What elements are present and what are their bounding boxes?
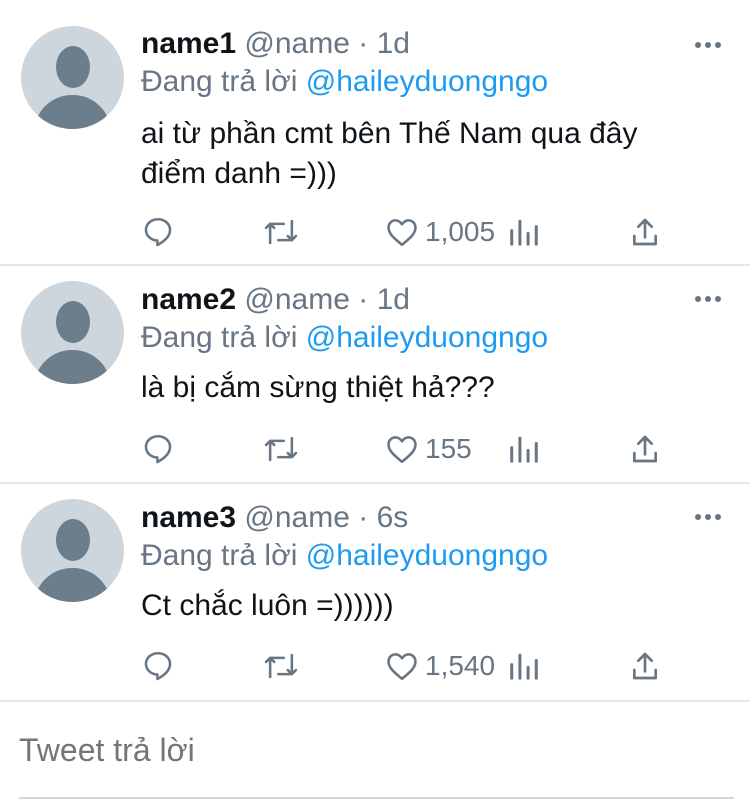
analytics-button[interactable]	[509, 646, 539, 686]
reply-to-prefix: Đang trả lời	[141, 65, 298, 98]
like-button[interactable]: 1,540	[385, 646, 495, 686]
like-button[interactable]: 155	[385, 429, 472, 469]
avatar[interactable]	[21, 281, 124, 384]
author-name[interactable]: name1	[141, 27, 236, 60]
tweet-text: Ct chắc luôn =))))))	[141, 586, 721, 626]
reply-composer	[0, 702, 750, 805]
author-handle-time: @name · 1d	[244, 283, 410, 316]
reply-to-prefix: Đang trả lời	[141, 539, 298, 572]
tweet-text-line: là bị cắm sừng thiệt hả???	[141, 371, 495, 404]
tweet-header: name2 @name · 1d	[141, 283, 410, 317]
more-icon[interactable]	[695, 514, 721, 522]
share-button[interactable]	[630, 212, 660, 252]
author-name[interactable]: name2	[141, 283, 236, 316]
author-handle-time: @name · 1d	[244, 27, 410, 60]
reply-to-line: Đang trả lời @haileyduongngo	[141, 539, 548, 573]
reply-button[interactable]	[141, 646, 175, 686]
analytics-icon	[510, 653, 538, 680]
reply-icon	[144, 217, 172, 247]
tweet-2[interactable]: name2 @name · 1d Đang trả lời @haileyduo…	[0, 266, 750, 482]
author-handle-time: @name · 6s	[244, 501, 409, 534]
heart-icon	[387, 653, 417, 681]
reply-to-line: Đang trả lời @haileyduongngo	[141, 65, 548, 99]
analytics-icon	[510, 219, 538, 246]
share-icon	[633, 435, 658, 463]
reply-input-underline	[19, 797, 734, 799]
more-icon[interactable]	[695, 42, 721, 50]
like-count: 1,540	[425, 650, 496, 681]
tweet-text-line: Ct chắc luôn =))))))	[141, 589, 394, 622]
reply-to-handle[interactable]: @haileyduongngo	[306, 65, 548, 98]
analytics-icon	[510, 436, 538, 463]
like-count: 155	[425, 433, 472, 464]
reply-to-handle[interactable]: @haileyduongngo	[306, 539, 548, 572]
reply-to-prefix: Đang trả lời	[141, 321, 298, 354]
share-button[interactable]	[630, 429, 660, 469]
reply-input[interactable]	[19, 728, 719, 772]
tweet-actions: 155	[0, 429, 750, 469]
tweet-header: name1 @name · 1d	[141, 27, 410, 61]
tweet-text-line: điểm danh =)))	[141, 157, 337, 190]
more-icon[interactable]	[695, 296, 721, 304]
share-icon	[633, 218, 658, 246]
tweet-3[interactable]: name3 @name · 6s Đang trả lời @haileyduo…	[0, 484, 750, 700]
tweet-header: name3 @name · 6s	[141, 501, 408, 535]
like-button[interactable]: 1,005	[385, 212, 495, 252]
retweet-icon	[264, 219, 298, 245]
tweet-1[interactable]: name1 @name · 1d Đang trả lời @haileyduo…	[0, 0, 750, 264]
analytics-button[interactable]	[509, 429, 539, 469]
analytics-button[interactable]	[509, 212, 539, 252]
reply-button[interactable]	[141, 429, 175, 469]
reply-button[interactable]	[141, 212, 175, 252]
share-icon	[633, 652, 658, 680]
retweet-button[interactable]	[262, 212, 300, 252]
avatar[interactable]	[21, 26, 124, 129]
author-name[interactable]: name3	[141, 501, 236, 534]
tweet-text-line: ai từ phần cmt bên Thế Nam qua đây	[141, 117, 638, 150]
heart-icon	[387, 436, 417, 464]
retweet-icon	[264, 653, 298, 679]
reply-to-line: Đang trả lời @haileyduongngo	[141, 321, 548, 355]
tweet-actions: 1,005	[0, 212, 750, 252]
share-button[interactable]	[630, 646, 660, 686]
retweet-button[interactable]	[262, 646, 300, 686]
retweet-icon	[264, 436, 298, 462]
like-count: 1,005	[425, 216, 496, 247]
heart-icon	[387, 219, 417, 247]
tweet-text: là bị cắm sừng thiệt hả???	[141, 368, 721, 408]
reply-to-handle[interactable]: @haileyduongngo	[306, 321, 548, 354]
tweet-actions: 1,540	[0, 646, 750, 686]
tweet-text: ai từ phần cmt bên Thế Nam qua đây điểm …	[141, 114, 721, 194]
reply-icon	[144, 434, 172, 464]
reply-icon	[144, 651, 172, 681]
avatar[interactable]	[21, 499, 124, 602]
retweet-button[interactable]	[262, 429, 300, 469]
